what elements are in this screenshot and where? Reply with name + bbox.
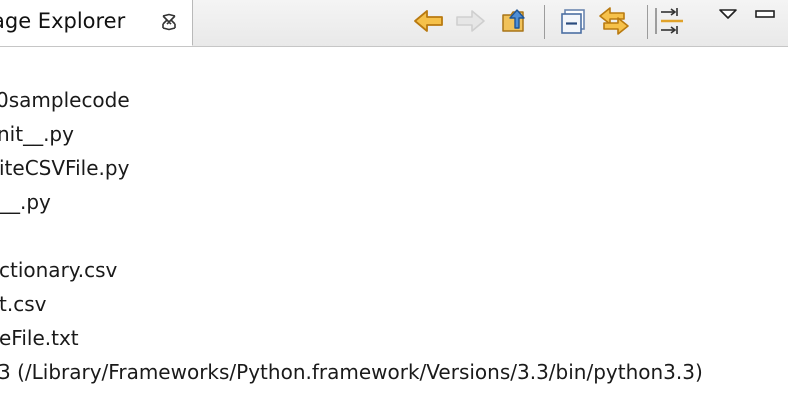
package-explorer-tab[interactable]: age Explorer — [0, 0, 193, 46]
folder-up-icon — [502, 9, 525, 32]
tree-item[interactable]: t.csv — [0, 287, 788, 321]
view-menu-button[interactable] — [711, 0, 745, 31]
tree-item-label: eFile.txt — [0, 326, 79, 350]
collapse-all-icon — [561, 9, 585, 34]
close-tab-icon[interactable] — [158, 11, 180, 33]
tree-item-label: __.py — [0, 190, 51, 214]
tree-item-label: ctionary.csv — [0, 258, 118, 282]
minimize-icon — [755, 10, 775, 18]
tree-item[interactable]: 3 (/Library/Frameworks/Python.framework/… — [0, 355, 788, 389]
filters-icon — [655, 8, 683, 34]
collapse-all-button[interactable] — [556, 4, 590, 38]
up-button[interactable] — [498, 4, 532, 38]
toolbar-separator — [647, 5, 648, 39]
link-with-editor-button[interactable] — [597, 4, 631, 38]
project-tree: 0samplecode nit__.py iteCSVFile.py __.py… — [0, 83, 788, 389]
tree-item-label: 0samplecode — [0, 88, 130, 112]
triangle-down-icon — [719, 9, 737, 19]
tab-title: age Explorer — [0, 9, 126, 33]
tree-item[interactable]: iteCSVFile.py — [0, 151, 788, 185]
tree-item[interactable]: nit__.py — [0, 117, 788, 151]
tree-item-label: iteCSVFile.py — [0, 156, 130, 180]
tree-item[interactable]: __.py — [0, 185, 788, 219]
tree-item[interactable]: eFile.txt — [0, 321, 788, 355]
tree-item[interactable] — [0, 219, 788, 253]
filters-button[interactable] — [653, 4, 687, 38]
tree-item[interactable]: 0samplecode — [0, 83, 788, 117]
toolbar-separator — [544, 5, 545, 39]
tree-item-label: nit__.py — [0, 122, 74, 146]
minimize-button[interactable] — [748, 0, 782, 31]
tree-item-label: 3 (/Library/Frameworks/Python.framework/… — [0, 360, 703, 384]
arrow-left-icon — [414, 10, 443, 32]
tree-item[interactable]: ctionary.csv — [0, 253, 788, 287]
view-header: age Explorer — [0, 0, 788, 47]
tree-item-label: t.csv — [0, 292, 47, 316]
link-editor-icon — [599, 7, 629, 35]
back-button[interactable] — [412, 4, 446, 38]
forward-button[interactable] — [453, 4, 487, 38]
arrow-right-icon — [456, 10, 485, 32]
